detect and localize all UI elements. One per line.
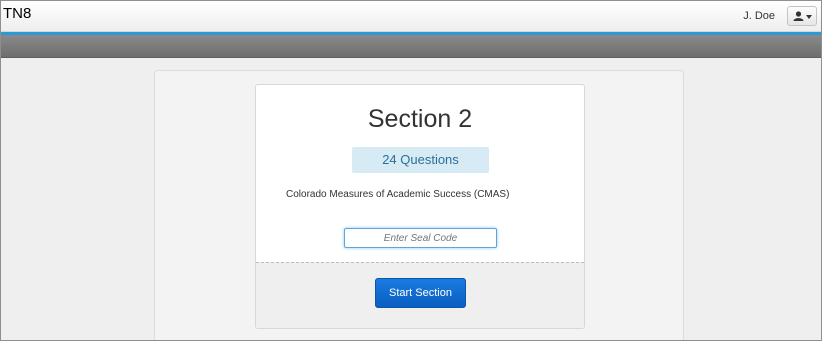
top-navbar: TN8 J. Doe [1,1,821,32]
section-card: Section 2 24 Questions Colorado Measures… [255,84,585,329]
main-content: Section 2 24 Questions Colorado Measures… [1,58,821,340]
content-panel: Section 2 24 Questions Colorado Measures… [154,70,684,340]
app-title: TN8 [3,5,32,22]
user-menu-button[interactable] [787,6,817,26]
question-count-badge: 24 Questions [352,147,489,173]
seal-code-input[interactable] [344,228,497,248]
chevron-down-icon [806,15,812,19]
test-description: Colorado Measures of Academic Success (C… [286,189,510,200]
user-icon [793,11,804,21]
sub-navbar [1,35,821,58]
app-window: TN8 J. Doe Section 2 24 Questions Colora… [0,0,822,341]
card-footer: Start Section [256,262,584,328]
start-section-button[interactable]: Start Section [375,278,466,308]
user-name: J. Doe [743,10,775,22]
section-title: Section 2 [367,105,473,133]
